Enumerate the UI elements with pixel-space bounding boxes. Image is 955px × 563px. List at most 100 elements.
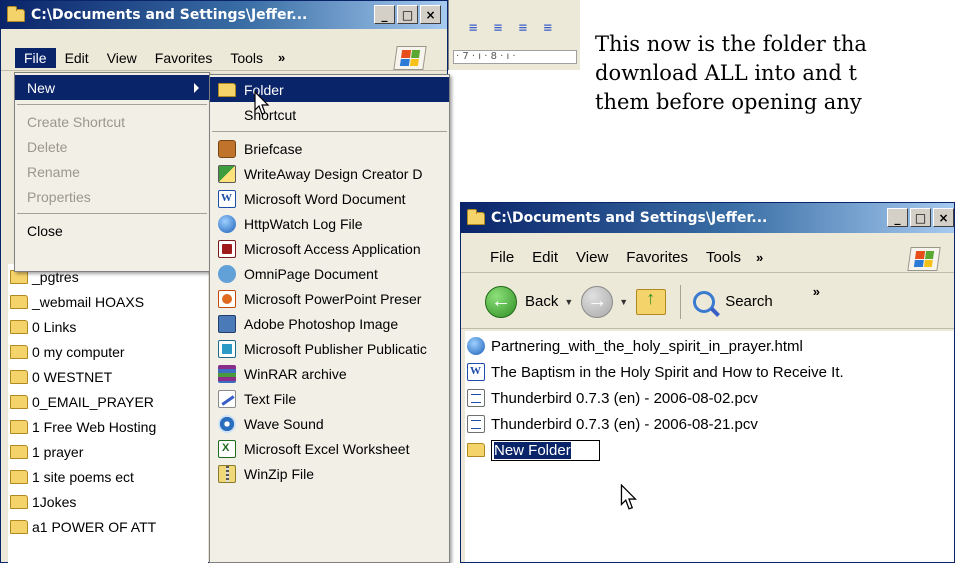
menu-file[interactable]: File <box>481 247 523 268</box>
file-list-item[interactable]: Thunderbird 0.7.3 (en) - 2006-08-02.pcv <box>465 385 954 411</box>
file-menu-item-close[interactable]: Close <box>15 218 209 243</box>
mouse-pointer-icon <box>254 91 270 115</box>
winrar-icon <box>218 364 236 383</box>
more-toolbar-chevron[interactable]: » <box>813 284 820 299</box>
file-menu-item-properties[interactable]: Properties <box>15 184 209 209</box>
menu-file[interactable]: File <box>15 47 56 68</box>
powerpoint-icon <box>218 289 236 308</box>
new-submenu-item-microsoft-access-application[interactable]: Microsoft Access Application <box>210 236 449 261</box>
tree-folder-item[interactable]: 1Jokes <box>8 489 208 514</box>
folder-name: 1 site poems ect <box>32 468 134 485</box>
new-submenu-item-shortcut[interactable]: Shortcut <box>210 102 449 127</box>
new-submenu-item-omnipage-document[interactable]: OmniPage Document <box>210 261 449 286</box>
tree-folder-item[interactable]: _webmail HOAXS <box>8 289 208 314</box>
new-folder-row[interactable]: New Folder <box>465 437 954 463</box>
file-list-item[interactable]: Thunderbird 0.7.3 (en) - 2006-08-21.pcv <box>465 411 954 437</box>
windows-logo-icon <box>393 46 427 70</box>
search-button-label[interactable]: Search <box>725 293 773 310</box>
file-menu: New Create Shortcut Delete Rename Properties… <box>14 72 210 272</box>
tree-folder-item[interactable]: a1 POWER OF ATT <box>8 514 208 539</box>
menu-item-label: Delete <box>27 138 68 155</box>
new-submenu-item-winzip-file[interactable]: WinZip File <box>210 461 449 486</box>
minimize-button[interactable]: _ <box>887 208 908 227</box>
folder-icon <box>7 5 25 22</box>
forward-arrow-icon[interactable]: → <box>581 285 614 318</box>
maximize-button[interactable]: □ <box>397 5 418 24</box>
tree-folder-item[interactable]: 1 Free Web Hosting <box>8 414 208 439</box>
list-format-icon[interactable]: ≡ ≡ ≡ ≡ <box>469 20 579 42</box>
search-icon[interactable] <box>693 290 721 317</box>
menu-item-label: Properties <box>27 188 91 205</box>
menu-view[interactable]: View <box>567 247 617 268</box>
folder-icon <box>10 494 28 509</box>
file-menu-item-create-shortcut[interactable]: Create Shortcut <box>15 109 209 134</box>
folder-name: 1 Free Web Hosting <box>32 418 157 435</box>
explorer-window-front: C:\Documents and Settings\Jeffer... _ □ … <box>460 202 955 563</box>
close-button[interactable]: × <box>933 208 954 227</box>
back-button-label[interactable]: Back <box>525 293 558 310</box>
back-arrow-icon[interactable]: ← <box>485 285 517 318</box>
new-submenu-item-winrar-archive[interactable]: WinRAR archive <box>210 361 449 386</box>
maximize-button[interactable]: □ <box>910 208 931 227</box>
menu-favorites[interactable]: Favorites <box>617 247 697 268</box>
tree-folder-item[interactable]: 1 prayer <box>8 439 208 464</box>
tree-folder-item[interactable]: 0 WESTNET <box>8 364 208 389</box>
tree-folder-item[interactable]: 0 Links <box>8 314 208 339</box>
file-list-item[interactable]: Partnering_with_the_holy_spirit_in_praye… <box>465 333 954 359</box>
folder-name: _webmail HOAXS <box>32 293 145 310</box>
menu-bar: File Edit View Favorites Tools » <box>1 45 447 71</box>
new-submenu-item-microsoft-powerpoint-preser[interactable]: Microsoft PowerPoint Preser <box>210 286 449 311</box>
tree-folder-item[interactable]: 1 site poems ect <box>8 464 208 489</box>
new-submenu-item-briefcase[interactable]: Briefcase <box>210 136 449 161</box>
rename-field[interactable]: New Folder <box>491 439 600 461</box>
folder-icon <box>10 519 28 534</box>
folder-icon <box>10 469 28 484</box>
menu-view[interactable]: View <box>98 48 146 68</box>
menu-tools[interactable]: Tools <box>221 48 272 68</box>
word-document-icon <box>218 189 236 208</box>
tree-folder-item[interactable]: 0 my computer <box>8 339 208 364</box>
new-submenu-item-microsoft-excel-worksheet[interactable]: Microsoft Excel Worksheet <box>210 436 449 461</box>
menu-edit[interactable]: Edit <box>56 48 98 68</box>
title-bar[interactable]: C:\Documents and Settings\Jeffer... _ □ … <box>1 1 447 29</box>
rename-value[interactable]: New Folder <box>494 441 571 459</box>
mouse-pointer-icon <box>620 484 638 510</box>
file-menu-item-new[interactable]: New <box>15 75 209 100</box>
new-submenu-item-text-file[interactable]: Text File <box>210 386 449 411</box>
close-button[interactable]: × <box>420 5 441 24</box>
tree-folder-item[interactable]: 0_EMAIL_PRAYER <box>8 389 208 414</box>
menu-item-label: Shortcut <box>244 106 297 123</box>
title-bar[interactable]: C:\Documents and Settings\Jeffer... _ □ … <box>461 203 954 233</box>
new-submenu-item-microsoft-word-document[interactable]: Microsoft Word Document <box>210 186 449 211</box>
menu-item-label: Microsoft Word Document <box>244 190 406 207</box>
menu-item-label: Briefcase <box>244 140 303 157</box>
new-submenu-item-microsoft-publisher-publicatic[interactable]: Microsoft Publisher Publicatic <box>210 336 449 361</box>
caption-text: This now is the folder tha download ALL … <box>595 30 867 117</box>
more-menus-chevron[interactable]: » <box>750 250 769 265</box>
photoshop-icon <box>218 314 236 333</box>
menu-item-label: Create Shortcut <box>27 113 126 130</box>
back-dropdown-icon[interactable]: ▼ <box>564 297 573 307</box>
new-submenu-item-httpwatch-log-file[interactable]: HttpWatch Log File <box>210 211 449 236</box>
menu-item-label: WinZip File <box>244 465 315 482</box>
new-submenu-item-writeaway-design-creator-d[interactable]: WriteAway Design Creator D <box>210 161 449 186</box>
minimize-button[interactable]: _ <box>374 5 395 24</box>
forward-dropdown-icon[interactable]: ▼ <box>619 297 628 307</box>
more-menus-chevron[interactable]: » <box>272 50 291 65</box>
menu-edit[interactable]: Edit <box>523 247 567 268</box>
toolbar-separator <box>680 284 682 319</box>
file-list-item[interactable]: The Baptism in the Holy Spirit and How t… <box>465 359 954 385</box>
new-submenu: Folder Shortcut Briefcase WriteAway Design … <box>209 74 450 563</box>
folder-icon <box>218 82 236 97</box>
wave-sound-icon <box>218 414 236 433</box>
menu-tools[interactable]: Tools <box>697 247 750 268</box>
new-submenu-item-folder[interactable]: Folder <box>210 77 449 102</box>
menu-favorites[interactable]: Favorites <box>146 48 222 68</box>
file-name: The Baptism in the Holy Spirit and How t… <box>491 363 844 381</box>
file-menu-item-rename[interactable]: Rename <box>15 159 209 184</box>
new-submenu-item-adobe-photoshop-image[interactable]: Adobe Photoshop Image <box>210 311 449 336</box>
html-file-icon <box>467 337 485 355</box>
file-menu-item-delete[interactable]: Delete <box>15 134 209 159</box>
up-folder-icon[interactable]: ↑ <box>636 288 667 315</box>
new-submenu-item-wave-sound[interactable]: Wave Sound <box>210 411 449 436</box>
